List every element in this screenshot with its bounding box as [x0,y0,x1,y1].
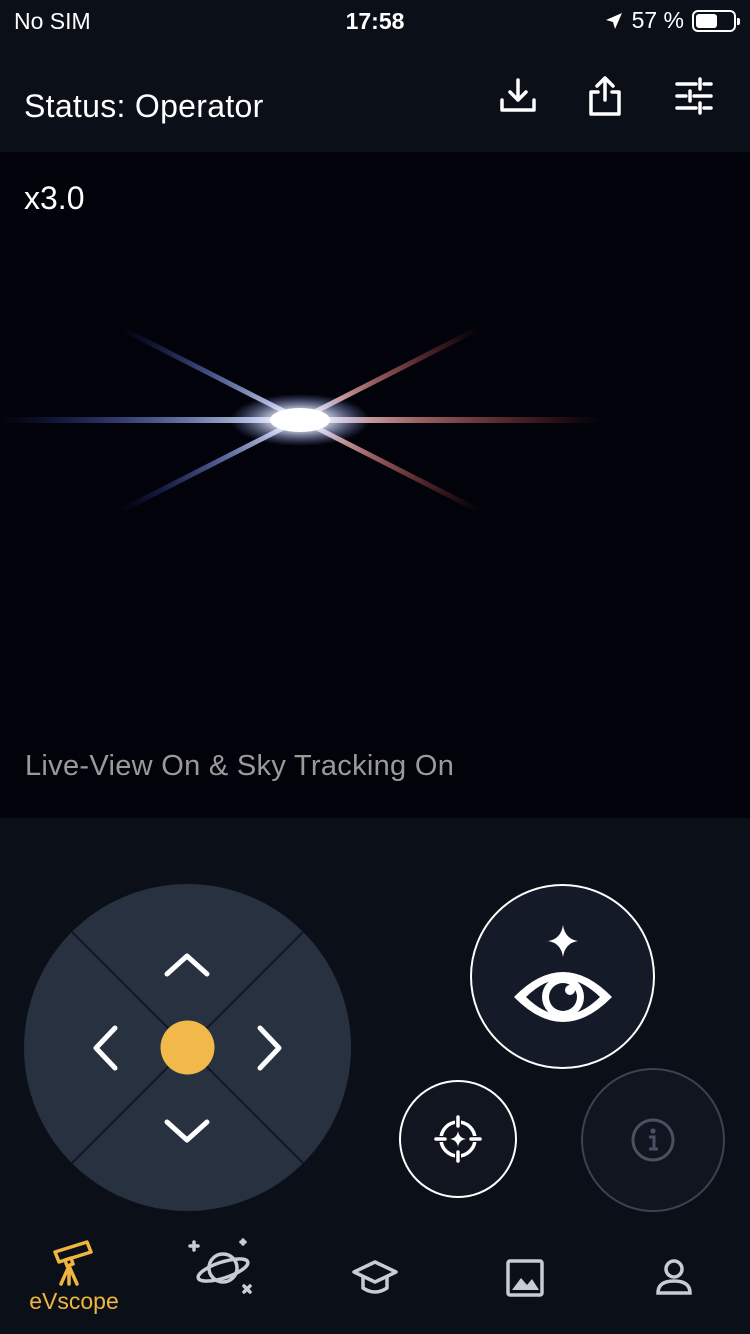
graduation-cap-icon [352,1260,398,1294]
direction-pad[interactable] [24,884,351,1211]
location-arrow-icon [605,12,622,29]
tab-learn[interactable] [298,1218,452,1334]
info-button[interactable] [581,1068,725,1212]
observe-button[interactable] [470,884,655,1069]
page-title: Status: Operator [24,88,264,124]
crosshair-icon [434,1115,482,1163]
planet-icon [188,1238,252,1294]
tab-evscope[interactable]: eVscope [0,1218,148,1334]
telescope-icon [53,1240,93,1286]
battery-percent: 57 % [631,7,684,33]
tab-gallery[interactable] [452,1218,598,1334]
user-icon [656,1259,692,1295]
image-icon [506,1259,544,1297]
controls-panel [0,818,750,1218]
share-button[interactable] [583,74,627,118]
center-target-button[interactable] [399,1080,517,1198]
settings-button[interactable] [672,74,716,118]
share-icon [589,76,621,116]
download-button[interactable] [496,74,540,118]
live-view[interactable]: x3.0 Live-View On & Sky Tracking On [0,152,750,818]
tab-bar: eVscope [0,1218,750,1334]
status-right: 57 % [604,7,740,34]
eye-sparkle-icon [513,924,612,1022]
live-view-status: Live-View On & Sky Tracking On [25,750,455,782]
zoom-level: x3.0 [24,180,85,216]
sliders-icon [675,77,713,115]
header: Status: Operator [0,40,750,152]
battery-icon [692,9,740,32]
download-icon [500,78,536,112]
tab-profile[interactable] [598,1218,750,1334]
star-image [0,152,750,818]
status-bar: No SIM 17:58 57 % [0,0,750,40]
info-icon [631,1118,675,1162]
tab-explore[interactable] [148,1218,298,1334]
pad-center-knob[interactable] [160,1020,215,1075]
tab-evscope-label: eVscope [29,1288,119,1314]
